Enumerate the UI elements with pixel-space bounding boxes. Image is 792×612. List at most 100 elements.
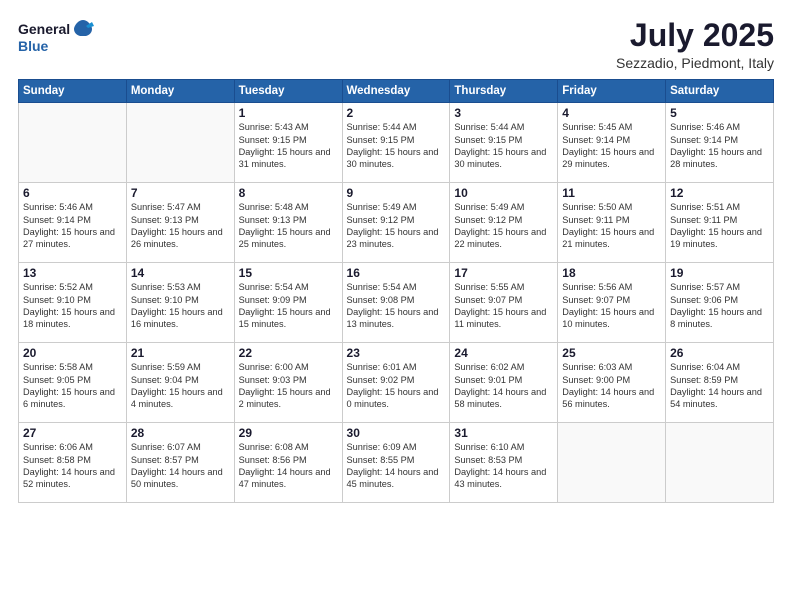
calendar-cell: 12Sunrise: 5:51 AM Sunset: 9:11 PM Dayli… [666,183,774,263]
title-section: July 2025 Sezzadio, Piedmont, Italy [616,18,774,71]
day-info: Sunrise: 5:44 AM Sunset: 9:15 PM Dayligh… [347,121,446,171]
day-number: 30 [347,426,446,440]
day-info: Sunrise: 5:45 AM Sunset: 9:14 PM Dayligh… [562,121,661,171]
calendar-cell: 16Sunrise: 5:54 AM Sunset: 9:08 PM Dayli… [342,263,450,343]
day-number: 8 [239,186,338,200]
day-number: 28 [131,426,230,440]
day-number: 10 [454,186,553,200]
day-info: Sunrise: 6:03 AM Sunset: 9:00 PM Dayligh… [562,361,661,411]
day-info: Sunrise: 6:07 AM Sunset: 8:57 PM Dayligh… [131,441,230,491]
main-title: July 2025 [616,18,774,53]
day-number: 20 [23,346,122,360]
day-number: 25 [562,346,661,360]
calendar-cell: 26Sunrise: 6:04 AM Sunset: 8:59 PM Dayli… [666,343,774,423]
calendar-cell: 14Sunrise: 5:53 AM Sunset: 9:10 PM Dayli… [126,263,234,343]
day-info: Sunrise: 6:00 AM Sunset: 9:03 PM Dayligh… [239,361,338,411]
calendar-cell: 27Sunrise: 6:06 AM Sunset: 8:58 PM Dayli… [19,423,127,503]
calendar-cell: 21Sunrise: 5:59 AM Sunset: 9:04 PM Dayli… [126,343,234,423]
calendar-cell: 8Sunrise: 5:48 AM Sunset: 9:13 PM Daylig… [234,183,342,263]
day-info: Sunrise: 6:06 AM Sunset: 8:58 PM Dayligh… [23,441,122,491]
calendar: Sunday Monday Tuesday Wednesday Thursday… [18,79,774,503]
day-info: Sunrise: 5:56 AM Sunset: 9:07 PM Dayligh… [562,281,661,331]
day-info: Sunrise: 6:10 AM Sunset: 8:53 PM Dayligh… [454,441,553,491]
day-number: 3 [454,106,553,120]
day-info: Sunrise: 6:02 AM Sunset: 9:01 PM Dayligh… [454,361,553,411]
day-info: Sunrise: 5:53 AM Sunset: 9:10 PM Dayligh… [131,281,230,331]
calendar-cell: 10Sunrise: 5:49 AM Sunset: 9:12 PM Dayli… [450,183,558,263]
calendar-cell: 18Sunrise: 5:56 AM Sunset: 9:07 PM Dayli… [558,263,666,343]
day-info: Sunrise: 5:50 AM Sunset: 9:11 PM Dayligh… [562,201,661,251]
calendar-cell: 1Sunrise: 5:43 AM Sunset: 9:15 PM Daylig… [234,103,342,183]
calendar-cell: 31Sunrise: 6:10 AM Sunset: 8:53 PM Dayli… [450,423,558,503]
calendar-week-3: 13Sunrise: 5:52 AM Sunset: 9:10 PM Dayli… [19,263,774,343]
day-info: Sunrise: 5:46 AM Sunset: 9:14 PM Dayligh… [670,121,769,171]
day-info: Sunrise: 5:48 AM Sunset: 9:13 PM Dayligh… [239,201,338,251]
day-number: 27 [23,426,122,440]
day-info: Sunrise: 5:49 AM Sunset: 9:12 PM Dayligh… [454,201,553,251]
calendar-cell: 15Sunrise: 5:54 AM Sunset: 9:09 PM Dayli… [234,263,342,343]
logo-blue: Blue [18,38,94,55]
calendar-cell [126,103,234,183]
calendar-cell [666,423,774,503]
logo-general: General [18,21,70,38]
header-sunday: Sunday [19,80,127,103]
header-wednesday: Wednesday [342,80,450,103]
calendar-week-1: 1Sunrise: 5:43 AM Sunset: 9:15 PM Daylig… [19,103,774,183]
day-info: Sunrise: 5:47 AM Sunset: 9:13 PM Dayligh… [131,201,230,251]
calendar-cell: 3Sunrise: 5:44 AM Sunset: 9:15 PM Daylig… [450,103,558,183]
day-number: 5 [670,106,769,120]
day-number: 4 [562,106,661,120]
logo: General Blue [18,18,94,55]
day-number: 11 [562,186,661,200]
header-monday: Monday [126,80,234,103]
calendar-cell: 9Sunrise: 5:49 AM Sunset: 9:12 PM Daylig… [342,183,450,263]
day-info: Sunrise: 6:09 AM Sunset: 8:55 PM Dayligh… [347,441,446,491]
day-info: Sunrise: 5:57 AM Sunset: 9:06 PM Dayligh… [670,281,769,331]
calendar-cell: 28Sunrise: 6:07 AM Sunset: 8:57 PM Dayli… [126,423,234,503]
day-info: Sunrise: 6:01 AM Sunset: 9:02 PM Dayligh… [347,361,446,411]
calendar-cell: 19Sunrise: 5:57 AM Sunset: 9:06 PM Dayli… [666,263,774,343]
page: General Blue July 2025 Sezzadio, Piedmon… [0,0,792,612]
day-number: 15 [239,266,338,280]
calendar-cell: 25Sunrise: 6:03 AM Sunset: 9:00 PM Dayli… [558,343,666,423]
calendar-cell: 23Sunrise: 6:01 AM Sunset: 9:02 PM Dayli… [342,343,450,423]
header-tuesday: Tuesday [234,80,342,103]
day-info: Sunrise: 6:08 AM Sunset: 8:56 PM Dayligh… [239,441,338,491]
day-info: Sunrise: 6:04 AM Sunset: 8:59 PM Dayligh… [670,361,769,411]
day-number: 21 [131,346,230,360]
day-number: 26 [670,346,769,360]
day-info: Sunrise: 5:43 AM Sunset: 9:15 PM Dayligh… [239,121,338,171]
calendar-cell: 29Sunrise: 6:08 AM Sunset: 8:56 PM Dayli… [234,423,342,503]
day-number: 31 [454,426,553,440]
day-info: Sunrise: 5:51 AM Sunset: 9:11 PM Dayligh… [670,201,769,251]
header-thursday: Thursday [450,80,558,103]
day-number: 16 [347,266,446,280]
day-info: Sunrise: 5:59 AM Sunset: 9:04 PM Dayligh… [131,361,230,411]
calendar-cell: 30Sunrise: 6:09 AM Sunset: 8:55 PM Dayli… [342,423,450,503]
day-number: 22 [239,346,338,360]
header-saturday: Saturday [666,80,774,103]
calendar-cell [19,103,127,183]
calendar-cell: 13Sunrise: 5:52 AM Sunset: 9:10 PM Dayli… [19,263,127,343]
day-number: 24 [454,346,553,360]
day-number: 23 [347,346,446,360]
header-friday: Friday [558,80,666,103]
calendar-cell: 5Sunrise: 5:46 AM Sunset: 9:14 PM Daylig… [666,103,774,183]
day-number: 14 [131,266,230,280]
calendar-header-row: Sunday Monday Tuesday Wednesday Thursday… [19,80,774,103]
calendar-week-4: 20Sunrise: 5:58 AM Sunset: 9:05 PM Dayli… [19,343,774,423]
calendar-cell: 7Sunrise: 5:47 AM Sunset: 9:13 PM Daylig… [126,183,234,263]
subtitle: Sezzadio, Piedmont, Italy [616,55,774,71]
logo-icon [72,18,94,40]
day-number: 6 [23,186,122,200]
day-info: Sunrise: 5:46 AM Sunset: 9:14 PM Dayligh… [23,201,122,251]
calendar-cell: 17Sunrise: 5:55 AM Sunset: 9:07 PM Dayli… [450,263,558,343]
day-info: Sunrise: 5:58 AM Sunset: 9:05 PM Dayligh… [23,361,122,411]
day-number: 7 [131,186,230,200]
calendar-cell: 11Sunrise: 5:50 AM Sunset: 9:11 PM Dayli… [558,183,666,263]
day-info: Sunrise: 5:54 AM Sunset: 9:09 PM Dayligh… [239,281,338,331]
calendar-cell: 24Sunrise: 6:02 AM Sunset: 9:01 PM Dayli… [450,343,558,423]
calendar-week-5: 27Sunrise: 6:06 AM Sunset: 8:58 PM Dayli… [19,423,774,503]
day-number: 17 [454,266,553,280]
day-number: 12 [670,186,769,200]
